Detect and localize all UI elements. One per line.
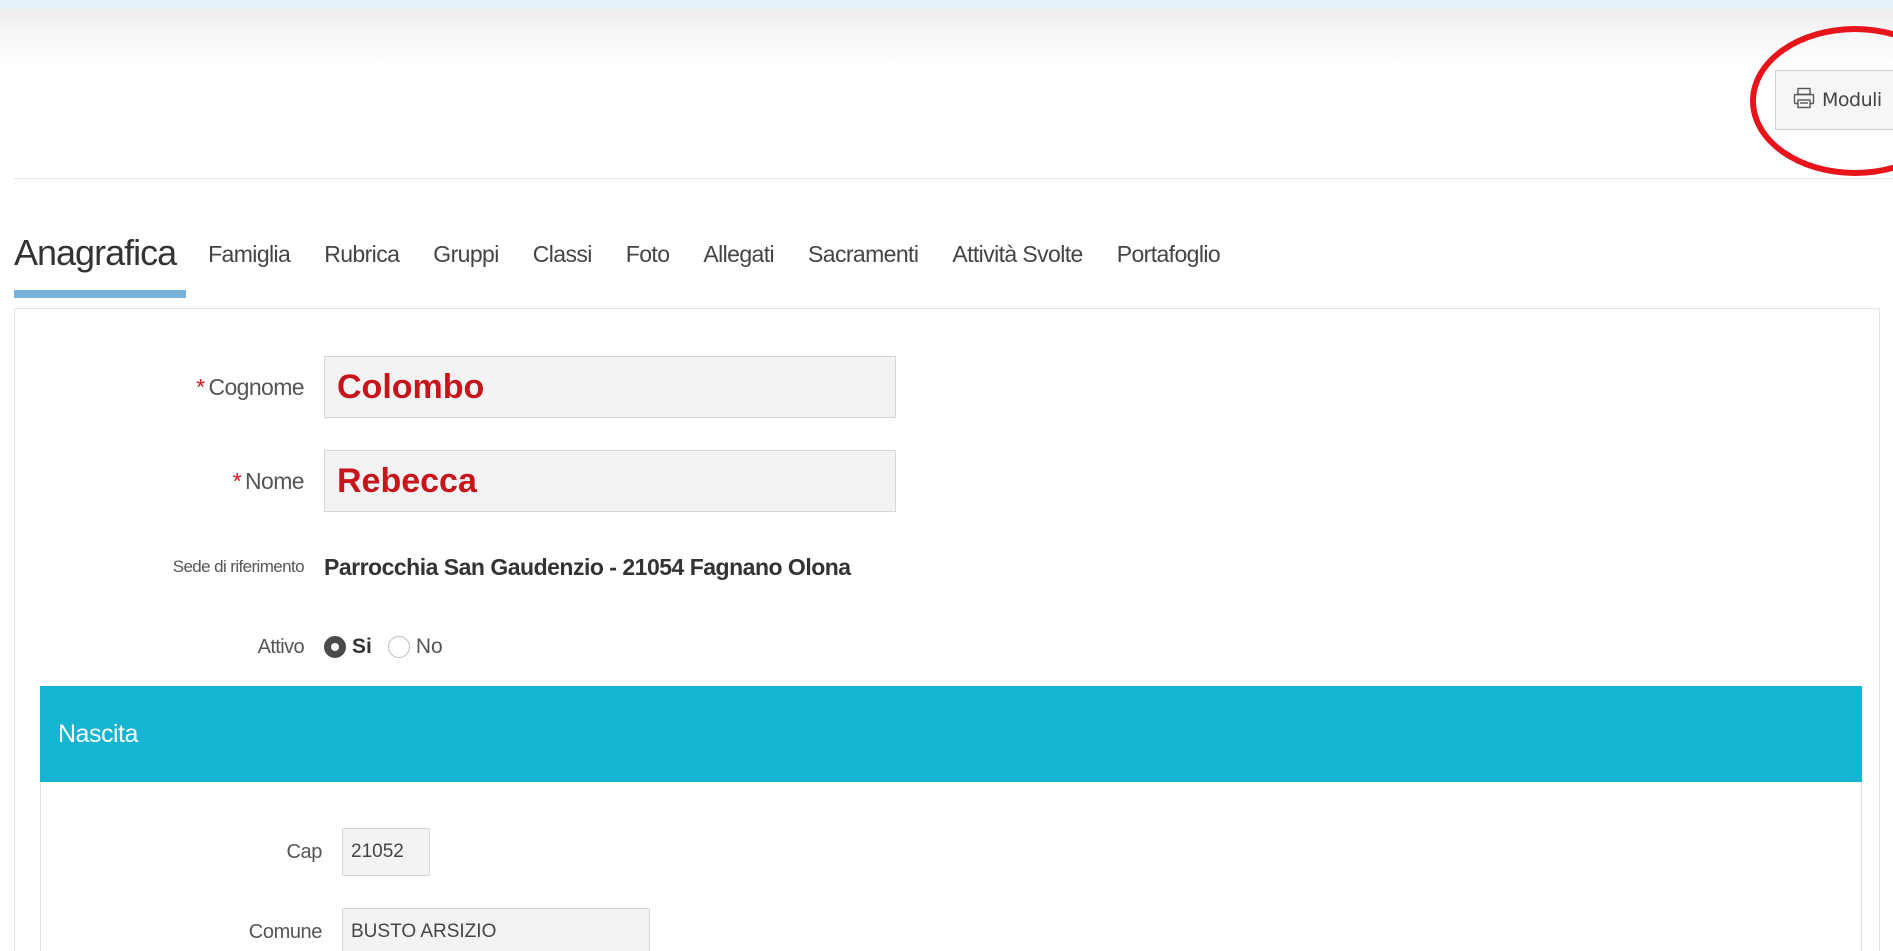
cognome-input[interactable]: [324, 356, 896, 418]
page-header: [0, 9, 1893, 179]
nome-input[interactable]: [324, 450, 896, 512]
moduli-label: Moduli: [1822, 89, 1882, 111]
tab-foto[interactable]: Foto: [626, 241, 670, 298]
nascita-title: Nascita: [58, 719, 138, 748]
attivo-no-label[interactable]: No: [416, 635, 443, 659]
tab-attivita-svolte[interactable]: Attività Svolte: [952, 241, 1083, 298]
nome-label: * Nome: [232, 467, 305, 494]
printer-icon: [1792, 86, 1816, 115]
attivo-si-radio[interactable]: [324, 636, 346, 658]
nascita-section-header: Nascita: [40, 686, 1862, 782]
tab-famiglia[interactable]: Famiglia: [208, 241, 291, 298]
tab-classi[interactable]: Classi: [533, 241, 593, 298]
required-marker: *: [232, 467, 242, 494]
cognome-label: * Cognome: [196, 373, 304, 400]
tab-bar: Anagrafica Famiglia Rubrica Gruppi Class…: [14, 222, 1254, 298]
comune-label: Comune: [248, 920, 323, 943]
attivo-no-radio[interactable]: [387, 636, 410, 658]
nome-row: * Nome: [0, 450, 896, 512]
sede-value: Parrocchia San Gaudenzio - 21054 Fagnano…: [324, 553, 851, 580]
sede-label: Sede di riferimento: [172, 557, 305, 576]
tab-anagrafica[interactable]: Anagrafica: [14, 232, 187, 298]
attivo-row: Attivo Si No: [0, 632, 453, 662]
attivo-radio-group: Si No: [324, 635, 453, 659]
top-strip: [0, 0, 1893, 9]
required-marker: *: [196, 373, 205, 400]
attivo-si-label[interactable]: Si: [352, 635, 372, 659]
cap-label: Cap: [286, 840, 323, 863]
cap-row: Cap: [0, 828, 430, 876]
comune-input[interactable]: [342, 908, 650, 951]
sede-row: Sede di riferimento Parrocchia San Gaude…: [0, 552, 851, 582]
moduli-button[interactable]: Moduli: [1775, 70, 1893, 130]
tab-rubrica[interactable]: Rubrica: [324, 241, 400, 298]
header-divider: [14, 178, 1893, 179]
attivo-label: Attivo: [257, 635, 305, 658]
tab-allegati[interactable]: Allegati: [703, 241, 774, 298]
cap-input[interactable]: [342, 828, 430, 876]
cognome-row: * Cognome: [0, 356, 896, 418]
comune-row: Comune: [0, 908, 650, 951]
tab-portafoglio[interactable]: Portafoglio: [1117, 241, 1221, 298]
tab-sacramenti[interactable]: Sacramenti: [808, 241, 919, 298]
tab-gruppi[interactable]: Gruppi: [433, 241, 499, 298]
